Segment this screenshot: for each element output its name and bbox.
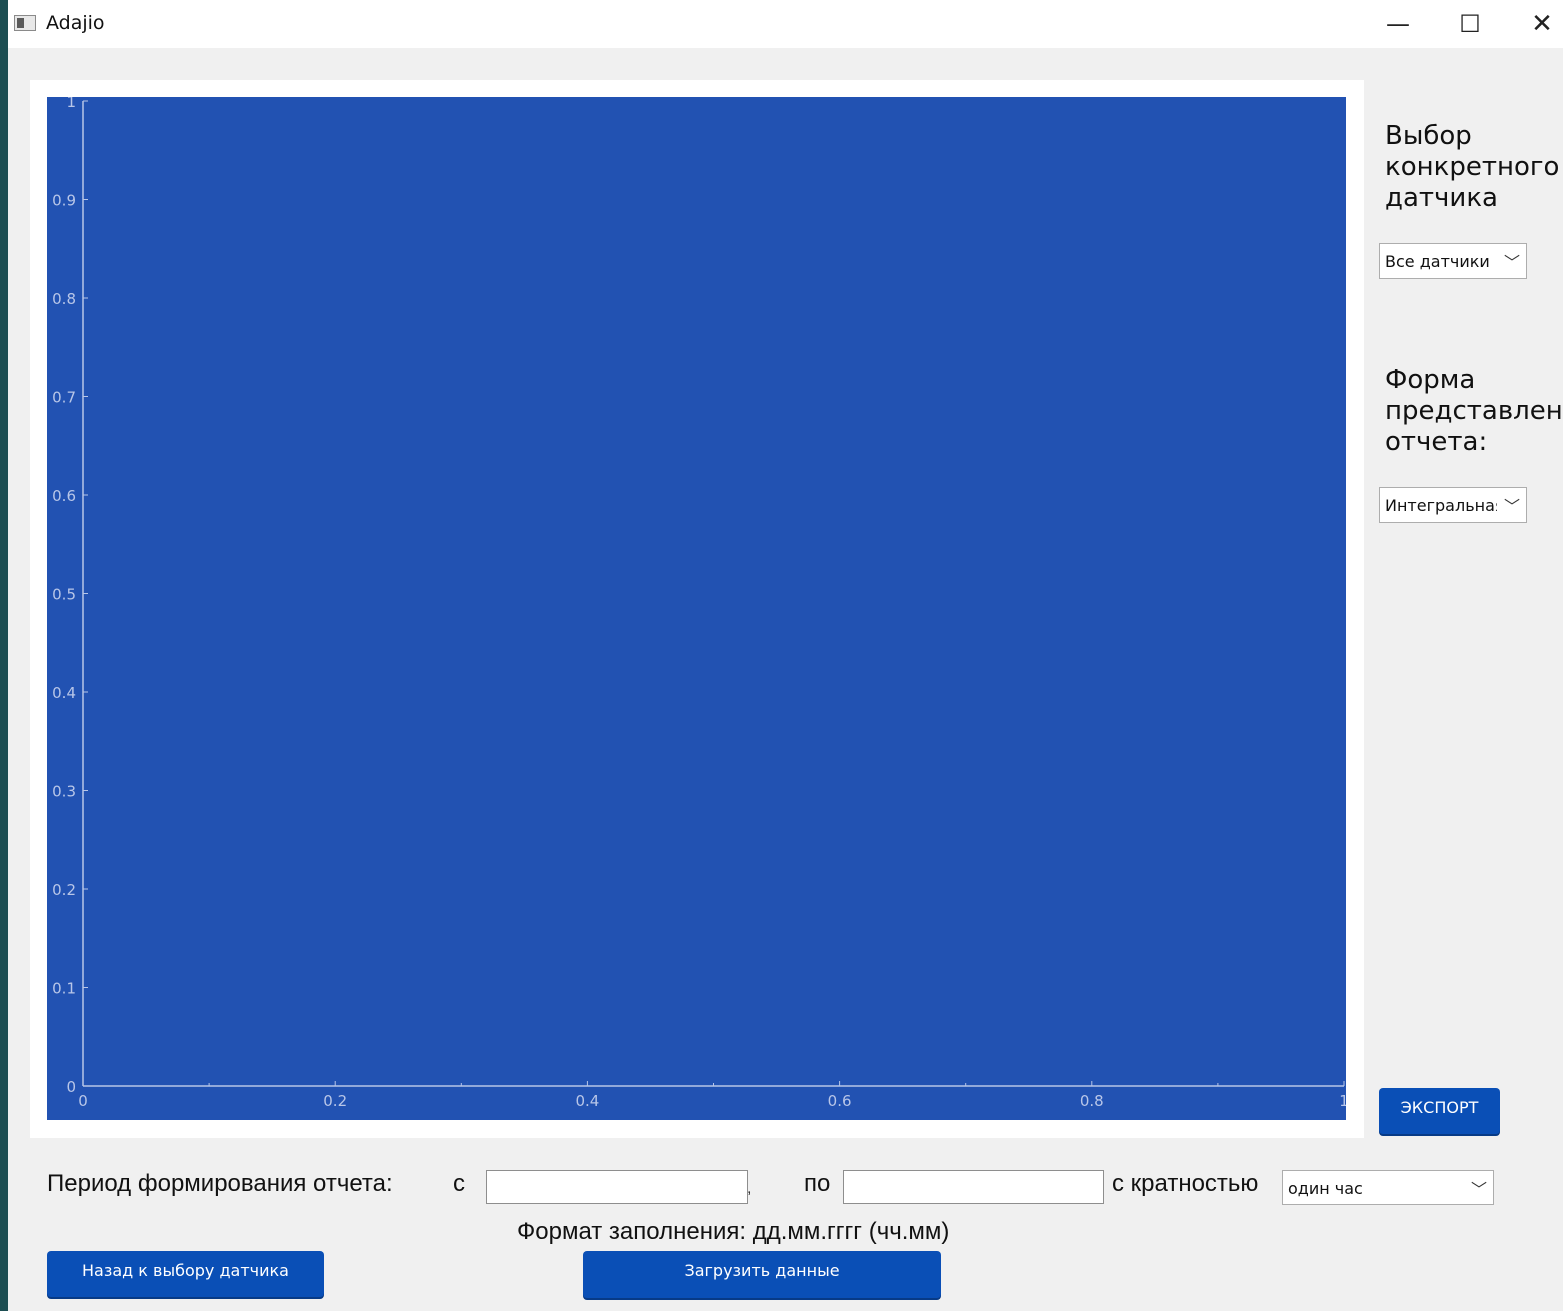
load-data-button[interactable]: Загрузить данные <box>583 1251 941 1298</box>
y-tick-label: 0.9 <box>52 192 76 210</box>
y-tick-label: 0.4 <box>52 684 76 702</box>
back-to-sensor-button[interactable]: Назад к выбору датчика <box>47 1251 324 1297</box>
y-tick-label: 0.5 <box>52 586 76 604</box>
window-title: Adajio <box>46 12 105 34</box>
interval-select-value: один час <box>1288 1179 1363 1198</box>
export-button[interactable]: ЭКСПОРТ <box>1379 1088 1500 1134</box>
chevron-down-icon: ﹀ <box>1503 253 1520 272</box>
sensor-select-value: Все датчики <box>1385 252 1490 271</box>
report-format-select[interactable]: Интегральная ﹀ <box>1379 487 1527 523</box>
title-bar[interactable]: Adajio — ☐ ✕ <box>8 0 1563 48</box>
report-period-label: Период формирования отчета: <box>47 1170 393 1197</box>
date-from-separator: , <box>747 1180 752 1197</box>
y-tick-label: 0.3 <box>52 783 76 801</box>
y-tick-label: 0.2 <box>52 881 76 899</box>
close-button[interactable]: ✕ <box>1512 4 1563 44</box>
y-tick-label: 0.8 <box>52 290 76 308</box>
x-tick-label: 0.8 <box>1080 1092 1104 1110</box>
app-icon <box>14 15 36 31</box>
date-to-input[interactable] <box>843 1170 1104 1204</box>
chevron-down-icon: ﹀ <box>1470 1180 1487 1199</box>
date-to-label: по <box>804 1170 831 1197</box>
date-format-hint: Формат заполнения: дд.мм.гггг (чч.мм) <box>517 1218 950 1245</box>
chart-plot-area[interactable]: 0 0.1 0.2 0.3 0.4 0.5 0.6 0.7 0.8 0.9 1 0 0.2 0.4 0.6 0… <box>47 97 1346 1120</box>
chart-svg: 0 0.1 0.2 0.3 0.4 0.5 0.6 0.7 0.8 0.9 1 0 0.2 0.4 0.6 0… <box>52 97 1346 1110</box>
y-tick-label: 0.1 <box>52 980 76 998</box>
x-tick-label: 0.4 <box>575 1092 599 1110</box>
interval-label: с кратностью <box>1112 1170 1259 1197</box>
interval-select[interactable]: один час ﹀ <box>1282 1170 1494 1205</box>
app-window: Adajio — ☐ ✕ 0 0.1 0.2 0.3 0.4 0.5 0.6 0.7 0.8 0.… <box>8 0 1563 1311</box>
report-format-label: Форма представления отчета: <box>1385 365 1563 457</box>
y-tick-label: 0 <box>66 1078 76 1096</box>
chart-panel: 0 0.1 0.2 0.3 0.4 0.5 0.6 0.7 0.8 0.9 1 0 0.2 0.4 0.6 0… <box>30 80 1364 1138</box>
report-format-value: Интегральная <box>1385 496 1497 515</box>
y-tick-label: 1 <box>66 97 76 111</box>
y-tick-label: 0.6 <box>52 487 76 505</box>
date-from-input[interactable] <box>486 1170 748 1204</box>
maximize-button[interactable]: ☐ <box>1440 4 1500 44</box>
y-tick-label: 0.7 <box>52 389 76 407</box>
date-from-label: с <box>453 1170 465 1197</box>
sensor-select[interactable]: Все датчики ﹀ <box>1379 243 1527 279</box>
chevron-down-icon: ﹀ <box>1503 497 1520 516</box>
x-tick-label: 0 <box>78 1092 88 1110</box>
x-tick-label: 1 <box>1339 1092 1346 1110</box>
sensor-select-label: Выбор конкретного датчика <box>1385 121 1560 213</box>
x-tick-label: 0.6 <box>828 1092 852 1110</box>
minimize-button[interactable]: — <box>1368 4 1428 44</box>
x-tick-label: 0.2 <box>323 1092 347 1110</box>
